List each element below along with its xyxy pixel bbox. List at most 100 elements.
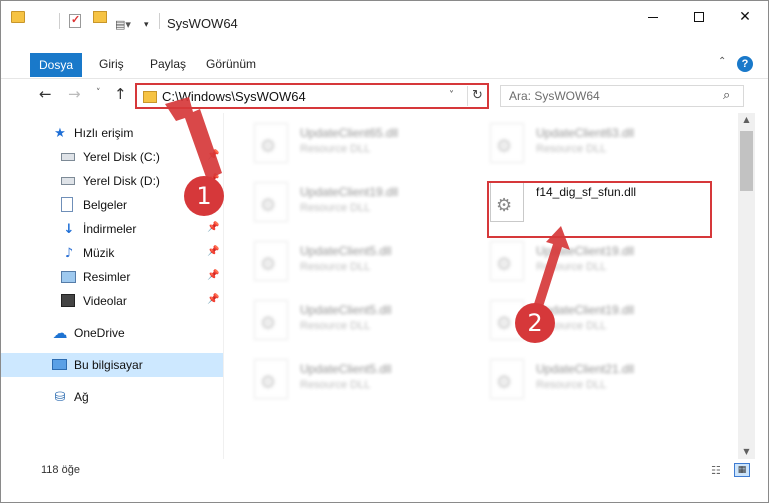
tiles-view-icon[interactable]: ▦ (734, 463, 750, 477)
toolbar-separator (59, 13, 60, 29)
pin-icon: 📌 (207, 246, 220, 257)
help-icon[interactable]: ? (737, 56, 753, 72)
up-button[interactable]: ↑ (114, 85, 127, 103)
toolbar-separator (159, 13, 160, 29)
file-type: Resource DLL (300, 143, 371, 155)
sidebar-item-label: Hızlı erişim (74, 126, 134, 140)
sidebar-item-label: Müzik (83, 246, 115, 260)
sidebar-item-quick-access[interactable]: ★ Hızlı erişim (1, 121, 223, 145)
file-name: UpdateClient5.dll (300, 362, 392, 376)
search-input[interactable]: Ara: SysWOW64 ⌕ (500, 85, 744, 107)
folder-icon (143, 91, 157, 103)
download-icon: ↓ (63, 221, 75, 237)
forward-button[interactable]: → (68, 85, 81, 103)
status-bar: 118 öğe ☷ ▦ (1, 459, 768, 483)
file-type: Resource DLL (300, 320, 371, 332)
network-icon: ⛁ (54, 389, 66, 405)
highlight-box (487, 181, 712, 238)
sidebar-item-videos[interactable]: Videolar 📌 (1, 289, 223, 313)
file-item[interactable]: UpdateClient5.dll Resource DLL (228, 353, 458, 409)
sidebar-item-local-disk-c[interactable]: Yerel Disk (C:) 📌 (1, 145, 223, 169)
sidebar-item-label: Bu bilgisayar (74, 358, 143, 372)
file-item[interactable]: UpdateClient21.dll Resource DLL (464, 353, 694, 409)
expand-ribbon-icon[interactable]: ⌃ (718, 56, 726, 67)
vertical-scrollbar[interactable]: ▲ ▼ (738, 113, 755, 459)
back-button[interactable]: ← (39, 85, 52, 103)
dll-file-icon (254, 241, 288, 281)
scrollbar-thumb[interactable] (740, 131, 753, 191)
file-name: UpdateClient63.dll (536, 126, 635, 140)
dll-file-icon (254, 182, 288, 222)
close-icon: ✕ (739, 9, 751, 25)
file-explorer-window: ▤▾ ▾ SysWOW64 ✕ Dosya Giriş Paylaş Görün… (0, 0, 769, 503)
navigation-pane: ★ Hızlı erişim Yerel Disk (C:) 📌 Yerel D… (1, 113, 223, 459)
dll-file-icon (254, 123, 288, 163)
file-type: Resource DLL (536, 379, 607, 391)
sidebar-item-pictures[interactable]: Resimler 📌 (1, 265, 223, 289)
properties-icon[interactable] (69, 13, 81, 28)
file-name: UpdateClient5.dll (300, 244, 392, 258)
tab-home[interactable]: Giriş (99, 57, 124, 71)
file-item[interactable]: UpdateClient5.dll Resource DLL (228, 235, 458, 291)
view-options-icon[interactable]: ▤▾ (115, 14, 131, 34)
sidebar-item-label: Resimler (83, 270, 131, 284)
minimize-button[interactable] (630, 1, 676, 33)
scroll-up-icon[interactable]: ▲ (738, 115, 755, 124)
tab-file[interactable]: Dosya (30, 53, 82, 77)
file-type: Resource DLL (300, 379, 371, 391)
dll-file-icon (254, 300, 288, 340)
file-list: UpdateClient65.dll Resource DLL UpdateCl… (224, 113, 738, 459)
computer-icon (52, 359, 67, 370)
file-name: UpdateClient65.dll (300, 126, 399, 140)
file-name: UpdateClient21.dll (536, 362, 635, 376)
file-type: Resource DLL (536, 261, 607, 273)
dll-file-icon (490, 241, 524, 281)
close-button[interactable]: ✕ (722, 1, 768, 33)
title-bar: ▤▾ ▾ SysWOW64 ✕ (1, 1, 768, 49)
file-name: UpdateClient19.dll (536, 244, 635, 258)
file-name: UpdateClient19.dll (300, 185, 399, 199)
sidebar-item-network[interactable]: ⛁ Ağ (1, 385, 223, 409)
address-path[interactable]: C:\Windows\SysWOW64 (162, 89, 306, 104)
file-item[interactable]: UpdateClient65.dll Resource DLL (228, 117, 458, 173)
cloud-icon: ☁ (52, 324, 68, 342)
pictures-icon (61, 271, 76, 283)
tab-view[interactable]: Görünüm (206, 57, 256, 71)
address-dropdown-button[interactable]: ˅ (449, 90, 454, 101)
recent-locations-button[interactable]: ˅ (96, 88, 101, 98)
video-icon (61, 294, 75, 307)
dll-file-icon (490, 359, 524, 399)
details-view-icon[interactable]: ☷ (711, 464, 721, 477)
file-item[interactable]: UpdateClient19.dll Resource DLL (228, 176, 458, 232)
sidebar-item-label: Videolar (83, 294, 127, 308)
customize-toolbar-icon[interactable]: ▾ (144, 15, 149, 35)
minimize-icon (648, 16, 658, 18)
file-item[interactable]: UpdateClient63.dll Resource DLL (464, 117, 694, 173)
window-title: SysWOW64 (167, 16, 238, 31)
ribbon-tabs: Dosya Giriş Paylaş Görünüm ⌃ ? (1, 49, 768, 79)
file-type: Resource DLL (300, 202, 371, 214)
sidebar-item-onedrive[interactable]: ☁ OneDrive (1, 321, 223, 345)
tab-share[interactable]: Paylaş (150, 57, 186, 71)
sidebar-item-this-pc[interactable]: Bu bilgisayar (1, 353, 223, 377)
new-folder-icon[interactable] (93, 11, 107, 23)
search-icon[interactable]: ⌕ (723, 88, 730, 103)
sidebar-item-downloads[interactable]: ↓ İndirmeler 📌 (1, 217, 223, 241)
maximize-icon (694, 12, 704, 22)
dll-file-icon (490, 123, 524, 163)
file-item[interactable]: UpdateClient19.dll Resource DLL (464, 294, 694, 350)
address-bar[interactable]: C:\Windows\SysWOW64 ˅ ↻ (135, 83, 489, 109)
file-item[interactable]: UpdateClient19.dll Resource DLL (464, 235, 694, 291)
step-badge-1: 1 (184, 176, 224, 216)
file-type: Resource DLL (536, 143, 607, 155)
pin-icon: 📌 (207, 270, 220, 281)
file-name: UpdateClient5.dll (300, 303, 392, 317)
scroll-down-icon[interactable]: ▼ (738, 447, 755, 456)
refresh-button[interactable]: ↻ (467, 86, 487, 106)
sidebar-item-label: İndirmeler (83, 222, 137, 236)
maximize-button[interactable] (676, 1, 722, 33)
pin-icon: 📌 (207, 150, 220, 161)
sidebar-item-music[interactable]: ♪ Müzik 📌 (1, 241, 223, 265)
sidebar-item-label: OneDrive (74, 326, 125, 340)
file-item[interactable]: UpdateClient5.dll Resource DLL (228, 294, 458, 350)
